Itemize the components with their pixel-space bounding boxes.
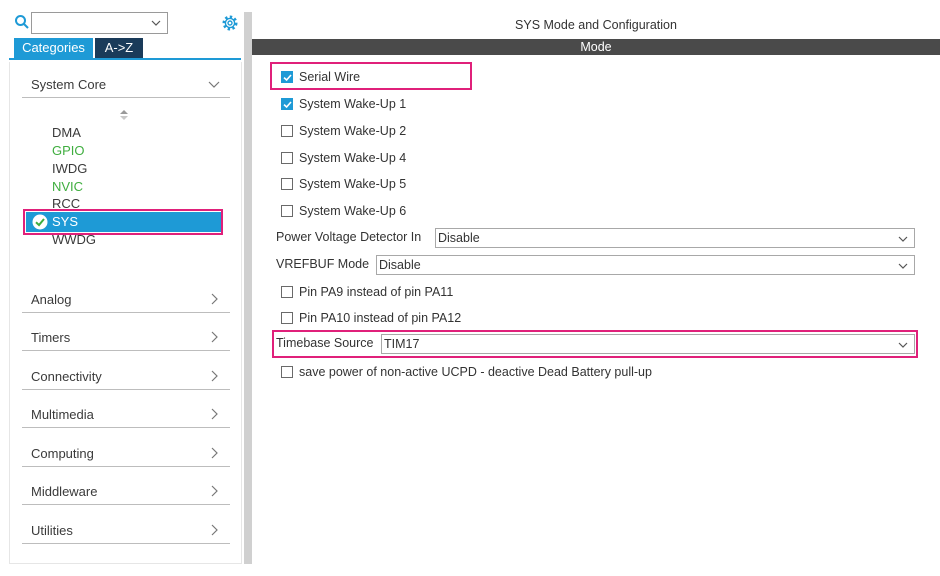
- category-multimedia[interactable]: Multimedia: [22, 392, 230, 428]
- field-label: Power Voltage Detector In: [276, 230, 422, 244]
- category-middleware[interactable]: Middleware: [22, 469, 230, 505]
- category-label: Computing: [31, 446, 94, 461]
- chevron-down-icon: [898, 263, 908, 269]
- search-row: [14, 12, 244, 36]
- category-connectivity[interactable]: Connectivity: [22, 354, 230, 390]
- sort-icon[interactable]: [119, 109, 129, 121]
- option-label: System Wake-Up 5: [299, 177, 407, 191]
- option-label: Pin PA10 instead of pin PA12: [299, 311, 462, 325]
- category-label: Analog: [31, 292, 72, 307]
- checkbox-unchecked-icon: [281, 286, 293, 298]
- chevron-down-icon: [898, 236, 908, 242]
- option-label: System Wake-Up 1: [299, 97, 407, 111]
- chevron-right-icon: [211, 370, 218, 382]
- select-value: TIM17: [384, 337, 420, 351]
- category-utilities[interactable]: Utilities: [22, 508, 230, 544]
- page-title: SYS Mode and Configuration: [515, 18, 677, 32]
- option-label: System Wake-Up 6: [299, 204, 407, 218]
- select-value: Disable: [438, 231, 480, 245]
- category-timers[interactable]: Timers: [22, 315, 230, 351]
- chevron-down-icon: [208, 81, 220, 88]
- checkbox-unchecked-icon: [281, 152, 293, 164]
- timebase-source-row: Timebase Source TIM17: [276, 334, 916, 354]
- sidebar-item-wwdg[interactable]: WWDG: [52, 233, 96, 247]
- category-label: System Core: [31, 77, 107, 92]
- search-input[interactable]: [31, 12, 168, 34]
- category-label: Utilities: [31, 523, 73, 538]
- category-analog[interactable]: Analog: [22, 277, 230, 313]
- field-label: VREFBUF Mode: [276, 257, 370, 271]
- chevron-right-icon: [211, 293, 218, 305]
- option-label: System Wake-Up 2: [299, 124, 407, 138]
- field-label: Timebase Source: [276, 336, 374, 350]
- sidebar-item-iwdg[interactable]: IWDG: [52, 162, 87, 176]
- sidebar-item-gpio[interactable]: GPIO: [52, 144, 85, 158]
- category-system-core[interactable]: System Core: [22, 62, 230, 98]
- category-computing[interactable]: Computing: [22, 431, 230, 467]
- categories-panel: Categories A->Z System Core DMA GPIO IWD…: [0, 0, 245, 576]
- chevron-right-icon: [211, 447, 218, 459]
- option-label: save power of non-active UCPD - deactive…: [299, 365, 652, 379]
- mode-configuration-panel: SYS Mode and Configuration Mode Serial W…: [252, 0, 940, 576]
- tab-categories[interactable]: Categories: [14, 38, 93, 58]
- sidebar-item-nvic[interactable]: NVIC: [52, 180, 83, 194]
- category-label: Timers: [31, 330, 71, 345]
- chevron-right-icon: [211, 524, 218, 536]
- tab-a-to-z[interactable]: A->Z: [95, 38, 143, 58]
- vrefbuf-mode-select[interactable]: Disable: [376, 255, 915, 275]
- category-label: Multimedia: [31, 407, 94, 422]
- gear-icon[interactable]: [220, 13, 240, 33]
- chevron-down-icon: [898, 342, 908, 348]
- category-label: Connectivity: [31, 369, 102, 384]
- category-label: Middleware: [31, 484, 98, 499]
- sidebar-item-dma[interactable]: DMA: [52, 126, 81, 140]
- option-label: Pin PA9 instead of pin PA11: [299, 285, 454, 299]
- chevron-right-icon: [211, 485, 218, 497]
- vrefbuf-mode-row: VREFBUF Mode Disable: [276, 255, 916, 275]
- mode-section-header[interactable]: Mode: [252, 39, 940, 55]
- chevron-right-icon: [211, 331, 218, 343]
- checkbox-checked-icon: [281, 98, 293, 110]
- select-value: Disable: [379, 258, 421, 272]
- option-label: System Wake-Up 4: [299, 151, 407, 165]
- power-voltage-detector-select[interactable]: Disable: [435, 228, 915, 248]
- chevron-right-icon: [211, 408, 218, 420]
- checkbox-unchecked-icon: [281, 205, 293, 217]
- panel-splitter[interactable]: [244, 12, 252, 564]
- checkbox-checked-icon: [281, 71, 293, 83]
- checkbox-unchecked-icon: [281, 125, 293, 137]
- checkbox-unchecked-icon: [281, 366, 293, 378]
- power-voltage-detector-row: Power Voltage Detector In Disable: [276, 228, 916, 248]
- search-icon[interactable]: [14, 14, 30, 30]
- checkbox-unchecked-icon: [281, 178, 293, 190]
- tabs-underline: [9, 58, 241, 60]
- timebase-source-select[interactable]: TIM17: [381, 334, 915, 354]
- option-label: Serial Wire: [299, 70, 361, 84]
- chevron-down-icon[interactable]: [151, 18, 161, 28]
- checkbox-unchecked-icon: [281, 312, 293, 324]
